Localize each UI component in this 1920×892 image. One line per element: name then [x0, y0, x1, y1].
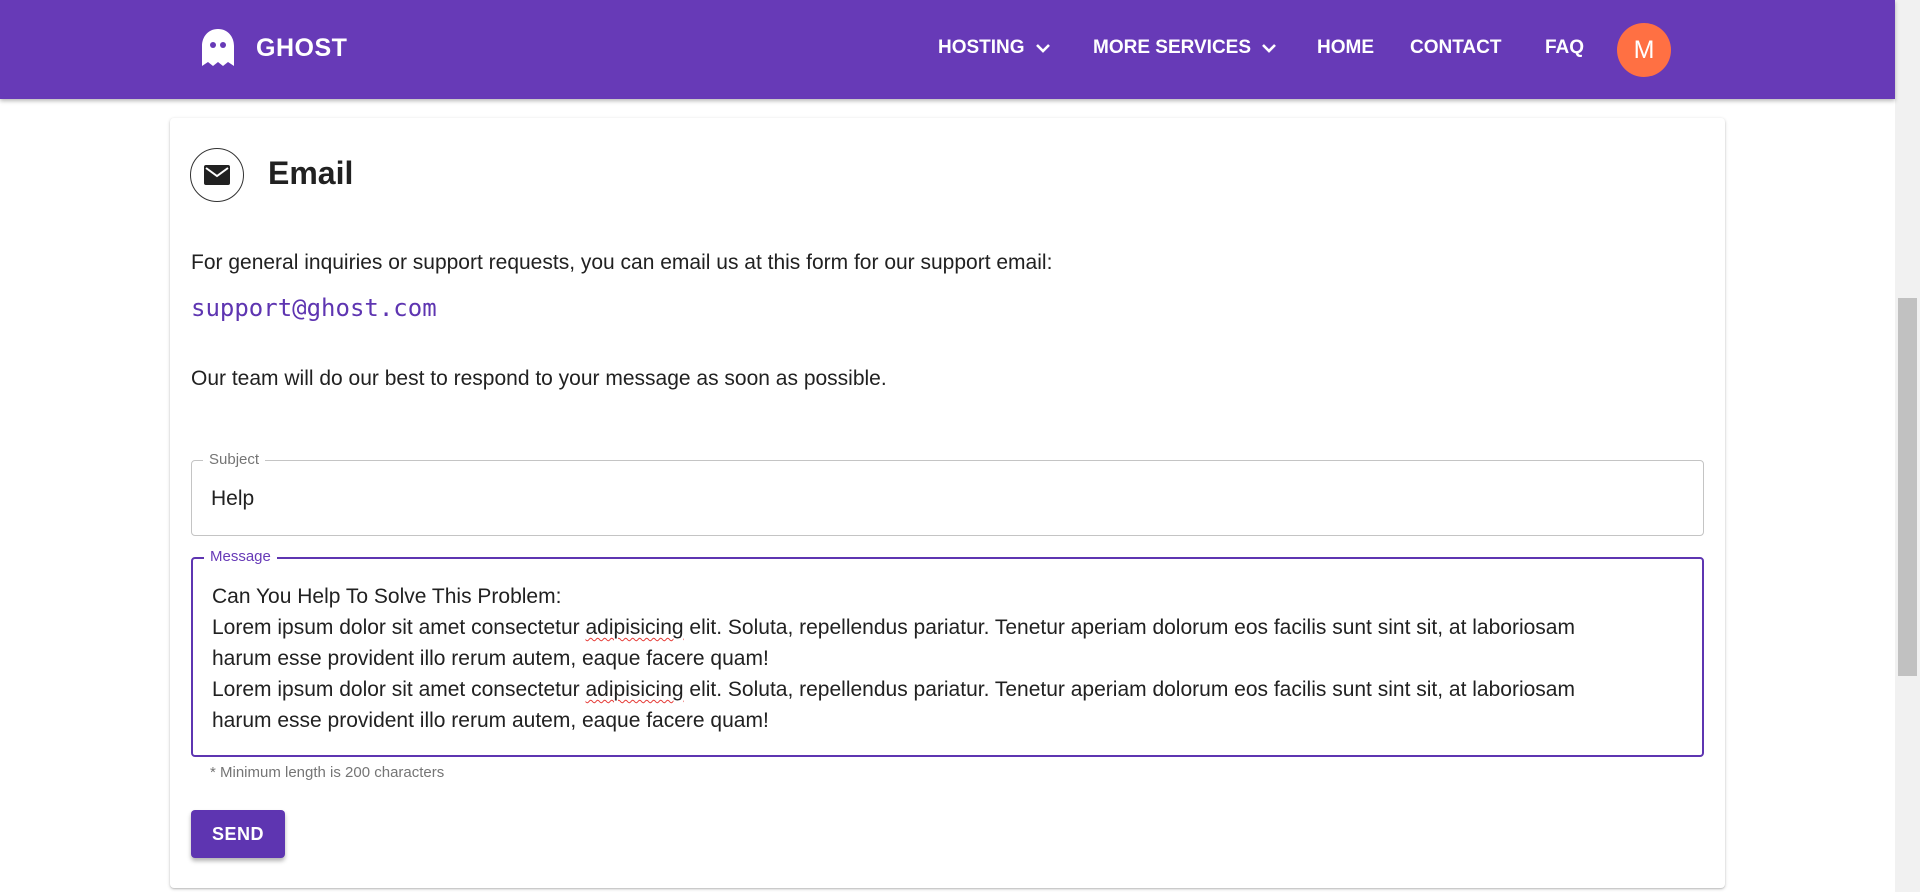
nav-hosting-label: HOSTING: [938, 37, 1025, 58]
nav-contact[interactable]: CONTACT: [1410, 37, 1501, 59]
nav-hosting[interactable]: HOSTING: [938, 37, 1051, 59]
response-note: Our team will do our best to respond to …: [191, 367, 887, 390]
page-scrollbar-thumb[interactable]: [1898, 298, 1917, 676]
top-navbar: GHOST HOSTING MORE SERVICES HOME CONTACT…: [0, 0, 1895, 99]
subject-label: Subject: [203, 451, 266, 469]
support-email-link[interactable]: support@ghost.com: [191, 294, 437, 322]
helper-text: * Minimum length is 200 characters: [210, 764, 445, 781]
nav-contact-label: CONTACT: [1410, 37, 1502, 58]
subject-input[interactable]: Help: [211, 487, 254, 511]
nav-more-services[interactable]: MORE SERVICES: [1093, 37, 1277, 59]
message-line: Lorem ipsum dolor sit amet consectetur a…: [212, 616, 1575, 639]
chevron-down-icon: [1035, 44, 1050, 53]
message-field[interactable]: Message Can You Help To Solve This Probl…: [191, 548, 1704, 757]
nav-home-label: HOME: [1317, 37, 1374, 58]
spellcheck-flagged-word: adipisicing: [585, 616, 684, 639]
brand-name: GHOST: [256, 33, 348, 62]
user-avatar[interactable]: M: [1617, 23, 1671, 77]
message-line: Lorem ipsum dolor sit amet consectetur a…: [212, 678, 1575, 701]
brand-logo-link[interactable]: GHOST: [200, 28, 347, 68]
send-button[interactable]: SEND: [191, 810, 285, 858]
chevron-down-icon: [1262, 44, 1276, 53]
message-textarea[interactable]: Can You Help To Solve This Problem: Lore…: [212, 581, 1687, 736]
nav-faq-label: FAQ: [1545, 37, 1585, 58]
nav-more-services-label: MORE SERVICES: [1093, 37, 1252, 58]
intro-text: For general inquiries or support request…: [191, 251, 1053, 274]
message-line: harum esse provident illo rerum autem, e…: [212, 647, 769, 670]
spellcheck-flagged-word: adipisicing: [585, 678, 684, 701]
email-icon-badge: [190, 148, 244, 202]
message-line: harum esse provident illo rerum autem, e…: [212, 709, 769, 732]
card-title: Email: [268, 155, 354, 191]
message-line: Can You Help To Solve This Problem:: [212, 585, 562, 608]
message-label: Message: [204, 548, 277, 566]
nav-faq[interactable]: FAQ: [1545, 37, 1584, 59]
subject-field[interactable]: Subject Help: [191, 451, 1704, 536]
mail-icon: [204, 165, 230, 185]
ghost-icon: [200, 28, 236, 68]
nav-home[interactable]: HOME: [1317, 37, 1374, 59]
